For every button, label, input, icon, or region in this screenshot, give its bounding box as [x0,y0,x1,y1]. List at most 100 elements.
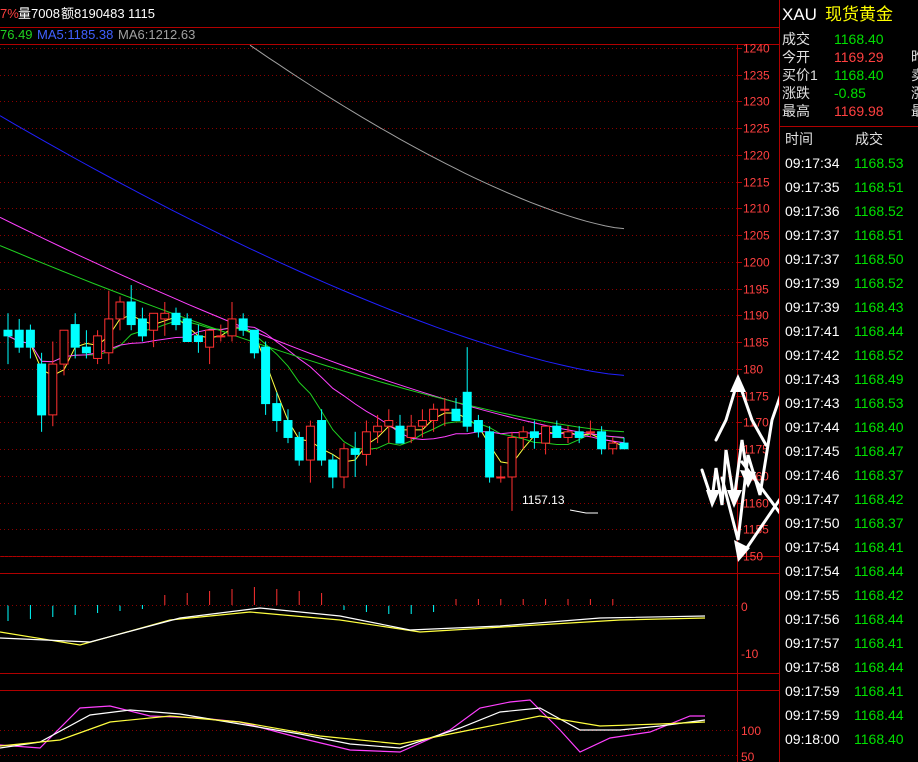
tick-time: 09:17:34 [785,155,840,171]
candle [160,302,170,336]
macd-tick-neg10: -10 [741,647,759,661]
candle [14,318,24,353]
candle [507,431,517,511]
kdj-axis: 100 50 [741,724,761,762]
tick-row[interactable]: 09:17:58 1168.44 [780,655,918,679]
price-tick-label: 1195 [743,283,769,297]
tick-time: 09:17:55 [785,587,840,603]
tick-price: 1168.44 [854,611,904,627]
tick-row[interactable]: 09:17:41 1168.44 [780,319,918,343]
tick-time: 09:17:41 [785,323,840,339]
tick-price: 1168.44 [854,659,904,675]
tick-time: 09:17:47 [785,491,840,507]
tick-row[interactable]: 09:17:54 1168.44 [780,559,918,583]
header-ma6: MA6:1212.63 [118,27,195,42]
candle [193,324,203,353]
candle [137,307,147,342]
tick-time: 09:17:59 [785,683,840,699]
candle [563,426,573,444]
low-price-label: 1157.13 [522,493,565,507]
price-tick-label: 1240 [743,42,770,56]
tick-price: 1168.51 [854,227,904,243]
tick-price: 1168.40 [854,419,904,435]
tick-list[interactable]: 09:17:34 1168.53 09:17:35 1168.51 09:17:36 11… [780,151,918,751]
candle [238,313,248,336]
tick-row[interactable]: 09:17:43 1168.49 [780,367,918,391]
tick-time: 09:17:54 [785,563,840,579]
tick-price: 1168.40 [854,731,904,747]
candle [48,341,58,427]
tick-row[interactable]: 09:17:57 1168.41 [780,631,918,655]
low-annotation: 1157.13 [522,493,598,514]
tick-price: 1168.44 [854,563,904,579]
kdj-tick-50: 50 [741,750,755,762]
tick-price: 1168.52 [854,347,904,363]
tick-row[interactable]: 09:17:45 1168.47 [780,439,918,463]
quote-row-extra: 最 [911,102,918,120]
candle [384,409,394,444]
tick-row[interactable]: 09:17:34 1168.53 [780,151,918,175]
price-tick-label: 1215 [743,176,770,190]
tick-time: 09:17:42 [785,347,840,363]
tick-time: 09:17:59 [785,707,840,723]
chart-frame [0,0,780,762]
header-ma-fragment: 76.49 [0,27,33,42]
macd-tick-0: 0 [741,600,748,614]
kdj-k-line [0,707,706,749]
tick-row[interactable]: 09:17:39 1168.52 [780,271,918,295]
tick-row[interactable]: 09:17:37 1168.50 [780,247,918,271]
tick-time: 09:17:57 [785,635,840,651]
ticks-header-time: 时间 [785,131,813,147]
quote-summary: 成交 1168.40 今开 1169.29 昨买价1 1168.40 卖涨跌 -0.85 涨最高… [780,30,918,120]
tick-row[interactable]: 09:17:59 1168.41 [780,679,918,703]
tick-row[interactable]: 09:17:39 1168.43 [780,295,918,319]
price-tick-label: 180 [743,363,763,377]
symbol-label: XAU [782,5,817,24]
tick-price: 1168.41 [854,635,904,651]
price-tick-label: 1210 [743,202,770,216]
candle [440,397,450,427]
tick-price: 1168.50 [854,251,904,267]
candle [171,307,181,331]
quote-row-extra: 卖 [911,66,918,84]
price-tick-label: 1205 [743,229,770,243]
quote-row-label: 涨跌 [782,85,810,101]
price-tick-label: 1230 [743,95,770,109]
candle [115,296,125,331]
tick-row[interactable]: 09:17:42 1168.52 [780,343,918,367]
tick-price: 1168.41 [854,683,904,699]
tick-time: 09:17:50 [785,515,840,531]
header-count: 1115 [128,6,155,21]
moving-average-lines [0,44,625,465]
candle [249,329,259,359]
tick-row[interactable]: 09:17:50 1168.37 [780,511,918,535]
chart-header: 7% 量7008 额8190483 1115 76.49 MA5:1185.38… [0,6,195,42]
candle [70,313,80,359]
tick-price: 1168.52 [854,203,904,219]
tick-row[interactable]: 09:17:55 1168.42 [780,583,918,607]
tick-row[interactable]: 09:17:43 1168.53 [780,391,918,415]
tick-time: 09:17:37 [785,251,840,267]
candle [328,454,338,489]
header-volume: 量7008 [18,6,60,21]
tick-row[interactable]: 09:17:44 1168.40 [780,415,918,439]
tick-row[interactable]: 09:17:36 1168.52 [780,199,918,223]
price-axis: 1240 1235 1230 1225 1220 1215 1210 1205 1200 1195… [737,42,770,564]
quote-row: 买价1 1168.40 卖 [780,66,918,84]
tick-row[interactable]: 09:17:56 1168.44 [780,607,918,631]
candle [541,425,551,455]
tick-row[interactable]: 09:17:59 1168.44 [780,703,918,727]
tick-row[interactable]: 09:17:46 1168.37 [780,463,918,487]
quote-row-label: 买价1 [782,67,818,83]
tick-row[interactable]: 09:17:47 1168.42 [780,487,918,511]
price-tick-label: 1185 [743,336,769,350]
tick-row[interactable]: 09:18:00 1168.40 [780,727,918,751]
tick-price: 1168.53 [854,395,904,411]
tick-row[interactable]: 09:17:37 1168.51 [780,223,918,247]
tick-row[interactable]: 09:17:35 1168.51 [780,175,918,199]
candle [619,437,629,450]
tick-time: 09:17:43 [785,395,840,411]
candle [59,329,69,376]
header-ma5: MA5:1185.38 [37,27,113,42]
tick-row[interactable]: 09:17:54 1168.41 [780,535,918,559]
